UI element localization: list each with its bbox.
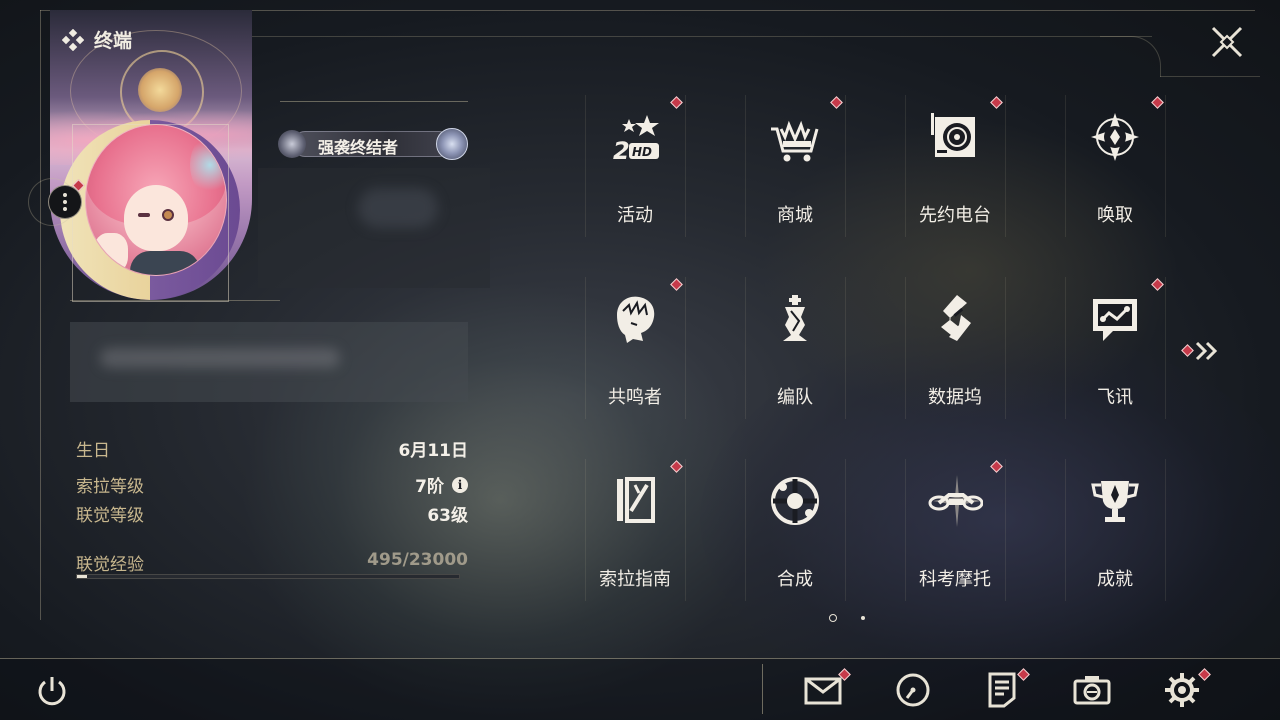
divider bbox=[762, 664, 763, 714]
convene-compass-icon bbox=[1091, 113, 1139, 161]
svg-text:2: 2 bbox=[613, 137, 630, 165]
resonator-portrait-icon bbox=[617, 296, 655, 343]
menu-item-radio[interactable]: 先约电台 bbox=[905, 95, 1006, 237]
menu-item-label: 成就 bbox=[1097, 569, 1133, 590]
union-exp-row: 联觉经验 495/23000 bbox=[76, 550, 468, 575]
menu-item-data-bank[interactable]: 数据坞 bbox=[905, 277, 1006, 419]
page-dot[interactable] bbox=[861, 616, 865, 620]
exp-progress-fill bbox=[77, 575, 87, 578]
exp-progress-bar bbox=[76, 574, 460, 579]
page-title: 终端 bbox=[94, 30, 133, 52]
menu-item-resonators[interactable]: 共鸣者 bbox=[585, 277, 686, 419]
menu-item-messages[interactable]: 飞讯 bbox=[1065, 277, 1166, 419]
blurred-signature-panel bbox=[70, 322, 468, 402]
menu-item-label: 合成 bbox=[777, 569, 813, 590]
trophy-icon bbox=[1091, 481, 1139, 522]
title-badge[interactable]: 强袭终结者 bbox=[278, 128, 468, 160]
team-chess-icon bbox=[783, 295, 807, 341]
terminal-logo-icon bbox=[62, 28, 84, 51]
menu-item-label: 共鸣者 bbox=[608, 387, 662, 408]
menu-item-achievements[interactable]: 成就 bbox=[1065, 459, 1166, 601]
divider bbox=[280, 101, 468, 102]
menu-item-label: 科考摩托 bbox=[919, 569, 991, 590]
radio-station-icon bbox=[931, 113, 975, 157]
menu-item-label: 编队 bbox=[777, 387, 813, 408]
menu-item-label: 索拉指南 bbox=[599, 569, 671, 590]
profile-more-button[interactable] bbox=[48, 185, 82, 219]
double-chevron-right-icon[interactable] bbox=[1194, 340, 1222, 362]
event-2hd-icon: 2 HD bbox=[613, 115, 659, 165]
menu-item-convene[interactable]: 唤取 bbox=[1065, 95, 1166, 237]
info-icon[interactable]: i bbox=[452, 476, 468, 493]
stat-birthday: 生日 6月11日 bbox=[76, 436, 468, 461]
frame-line bbox=[1160, 76, 1260, 77]
menu-item-label: 活动 bbox=[617, 205, 653, 226]
stat-label: 生日 bbox=[76, 441, 110, 461]
notice-icon[interactable] bbox=[982, 670, 1022, 710]
page-header: 终端 bbox=[62, 26, 132, 53]
stat-union-level: 联觉等级 63级 bbox=[76, 501, 468, 526]
shop-basket-icon bbox=[771, 120, 819, 162]
divider bbox=[70, 300, 280, 301]
stat-sol-level: 索拉等级 7阶 i bbox=[76, 472, 468, 497]
function-menu-grid: 2 HD 活动 商城 先约电台 唤取 共鸣者 编队 数据坞 飞讯 索拉指南 合成… bbox=[585, 95, 1167, 601]
menu-item-label: 先约电台 bbox=[919, 205, 991, 226]
chat-message-icon bbox=[1093, 299, 1137, 341]
menu-item-label: 数据坞 bbox=[928, 387, 982, 408]
divider bbox=[0, 658, 1280, 659]
frame-line bbox=[1100, 36, 1161, 77]
clock-icon[interactable] bbox=[893, 670, 933, 710]
menu-item-synthesis[interactable]: 合成 bbox=[745, 459, 846, 601]
mail-icon[interactable] bbox=[803, 670, 843, 710]
badge-emblem-icon bbox=[278, 130, 306, 158]
menu-item-shop[interactable]: 商城 bbox=[745, 95, 846, 237]
stat-value: 6月11日 bbox=[398, 441, 469, 461]
frame-line bbox=[252, 36, 1152, 37]
svg-text:HD: HD bbox=[632, 145, 652, 159]
motorbike-icon bbox=[928, 475, 983, 527]
menu-item-sol-guide[interactable]: 索拉指南 bbox=[585, 459, 686, 601]
notification-dot bbox=[1181, 344, 1194, 357]
camera-icon[interactable] bbox=[1072, 670, 1112, 710]
blurred-info-panel bbox=[258, 168, 490, 288]
stat-label: 索拉等级 bbox=[76, 477, 144, 497]
menu-item-motorbike[interactable]: 科考摩托 bbox=[905, 459, 1006, 601]
menu-item-team[interactable]: 编队 bbox=[745, 277, 846, 419]
stat-value: 7阶 bbox=[415, 477, 444, 497]
stat-label: 联觉等级 bbox=[76, 506, 144, 526]
settings-gear-icon[interactable] bbox=[1162, 670, 1202, 710]
synthesis-orb-icon bbox=[771, 477, 819, 525]
exp-value: 495/23000 bbox=[367, 550, 468, 570]
page-dot-active[interactable] bbox=[829, 614, 837, 622]
sol-guide-book-icon bbox=[617, 477, 655, 523]
menu-item-label: 唤取 bbox=[1097, 205, 1133, 226]
close-icon[interactable] bbox=[1207, 22, 1247, 62]
menu-item-label: 商城 bbox=[777, 205, 813, 226]
stat-value: 63级 bbox=[427, 506, 468, 526]
avatar[interactable] bbox=[85, 124, 227, 276]
frame-line bbox=[40, 10, 41, 620]
menu-item-events[interactable]: 2 HD 活动 bbox=[585, 95, 686, 237]
exp-label: 联觉经验 bbox=[76, 555, 144, 575]
power-icon[interactable] bbox=[34, 673, 70, 709]
badge-orb-icon bbox=[436, 128, 468, 160]
title-badge-label: 强袭终结者 bbox=[318, 138, 399, 157]
menu-item-label: 飞讯 bbox=[1097, 387, 1133, 408]
data-bank-icon bbox=[941, 295, 971, 341]
